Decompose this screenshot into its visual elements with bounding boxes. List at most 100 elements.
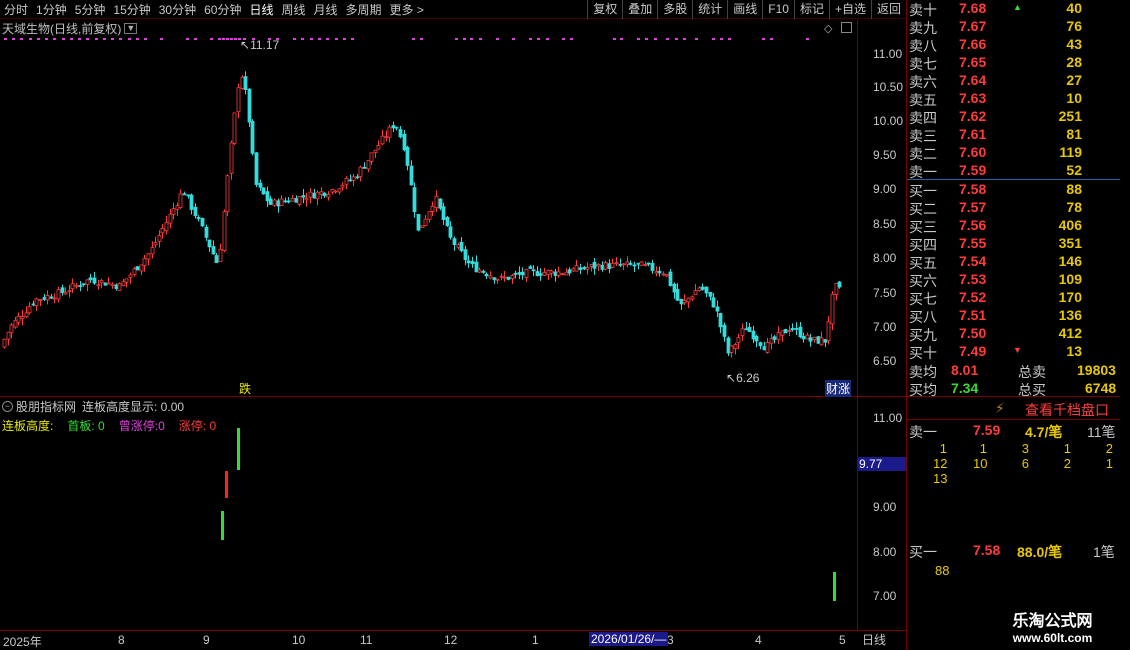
- candle-body: [564, 271, 569, 276]
- ask-row[interactable]: 卖一 7.59 52: [907, 162, 1120, 180]
- candle-body: [85, 279, 90, 285]
- stats-button[interactable]: 统计: [692, 0, 727, 19]
- candle-body: [456, 244, 461, 248]
- ask-price: 7.60: [959, 144, 987, 160]
- view-depth-link[interactable]: 查看千档盘口: [1025, 400, 1109, 420]
- tab-multi-period[interactable]: 多周期: [346, 1, 382, 18]
- tab-monthly[interactable]: 月线: [314, 1, 338, 18]
- candle-body: [538, 273, 543, 276]
- signal-dot: [95, 38, 98, 40]
- tab-60min[interactable]: 60分钟: [204, 1, 241, 18]
- signal-dot: [210, 38, 213, 40]
- candle-body: [553, 271, 558, 276]
- candle-body: [783, 329, 788, 334]
- diamond-icon[interactable]: ◇: [824, 22, 832, 35]
- ask-row[interactable]: 卖七 7.65 28: [907, 54, 1120, 72]
- candle-body: [88, 277, 93, 280]
- pane-toggle-icon[interactable]: [841, 22, 852, 33]
- draw-line-button[interactable]: 画线: [727, 0, 762, 19]
- queue-sell-count: 11笔: [1087, 424, 1116, 440]
- multi-stock-button[interactable]: 多股: [657, 0, 692, 19]
- price-tick: 8.50: [873, 217, 897, 231]
- signal-dot: [570, 38, 573, 40]
- ask-row[interactable]: 卖九 7.67 76: [907, 18, 1120, 36]
- candle-body: [603, 262, 608, 270]
- signal-dot: [728, 38, 731, 40]
- candle-body: [639, 261, 644, 266]
- candle-body: [740, 328, 745, 336]
- candle-body: [304, 198, 309, 201]
- candle-body: [45, 295, 50, 301]
- bid-volume: 88: [1066, 181, 1082, 197]
- overlay-button[interactable]: 叠加: [622, 0, 657, 19]
- tab-fenshi[interactable]: 分时: [4, 1, 28, 18]
- candle-body: [189, 194, 194, 210]
- candle-body: [103, 282, 108, 286]
- signal-dot: [111, 38, 114, 40]
- bid-row[interactable]: 买一 7.58 88: [907, 181, 1120, 199]
- add-watchlist-button[interactable]: +自选: [828, 0, 871, 19]
- candle-body: [139, 264, 144, 272]
- candle-body: [574, 265, 579, 272]
- sell-queue-row: 1 1 3 1 2: [907, 441, 1120, 456]
- bid-price: 7.55: [959, 235, 987, 251]
- tab-15min[interactable]: 15分钟: [113, 1, 150, 18]
- candle-body: [495, 278, 500, 281]
- candle-body: [13, 319, 18, 328]
- bid-row[interactable]: 买三 7.56 406: [907, 217, 1120, 235]
- bid-volume: 136: [1058, 307, 1082, 323]
- bid-row[interactable]: 买七 7.52 170: [907, 289, 1120, 307]
- candle-body: [405, 146, 410, 166]
- tab-30min[interactable]: 30分钟: [159, 1, 196, 18]
- candle-body: [204, 226, 209, 238]
- candle-body: [805, 334, 810, 340]
- signal-dot: [470, 38, 473, 40]
- ask-row[interactable]: 卖四 7.62 251: [907, 108, 1120, 126]
- back-button[interactable]: 返回: [870, 0, 906, 19]
- bid-row[interactable]: 买十 7.49 13 ▼: [907, 343, 1120, 361]
- ask-row[interactable]: 卖五 7.63 10: [907, 90, 1120, 108]
- tab-1min[interactable]: 1分钟: [36, 1, 67, 18]
- ask-row[interactable]: 卖八 7.66 43: [907, 36, 1120, 54]
- candle-body: [128, 274, 133, 278]
- restore-rights-button[interactable]: 复权: [587, 0, 622, 19]
- bid-row[interactable]: 买八 7.51 136: [907, 307, 1120, 325]
- bid-row[interactable]: 买四 7.55 351: [907, 235, 1120, 253]
- bid-row[interactable]: 买二 7.57 78: [907, 199, 1120, 217]
- ask-row[interactable]: 卖三 7.61 81: [907, 126, 1120, 144]
- tab-more[interactable]: 更多 >: [390, 1, 424, 18]
- signal-dot: [463, 38, 466, 40]
- candle-body: [315, 191, 320, 200]
- candle-body: [650, 263, 655, 271]
- chevron-down-icon[interactable]: ▼: [124, 23, 138, 34]
- finance-event-label[interactable]: 财涨: [825, 380, 852, 397]
- candlestick-chart[interactable]: [0, 37, 857, 382]
- signal-dot: [301, 38, 304, 40]
- candle-body: [477, 269, 482, 273]
- tab-5min[interactable]: 5分钟: [75, 1, 106, 18]
- candle-body: [265, 191, 270, 202]
- bid-volume: 13: [1066, 343, 1082, 359]
- mark-button[interactable]: 标记: [793, 0, 829, 19]
- candle-body: [211, 246, 216, 255]
- ask-row[interactable]: 卖六 7.64 27: [907, 72, 1120, 90]
- f10-button[interactable]: F10: [762, 0, 794, 19]
- candle-body: [571, 268, 576, 272]
- chart-title[interactable]: 天域生物(日线,前复权) ▼: [2, 20, 138, 37]
- signal-dot: [119, 38, 122, 40]
- ask-row[interactable]: 卖二 7.60 119: [907, 144, 1120, 162]
- bid-level-label: 买四: [909, 237, 937, 253]
- tab-weekly[interactable]: 周线: [281, 1, 305, 18]
- candle-body: [6, 331, 11, 340]
- tab-daily[interactable]: 日线: [249, 1, 273, 18]
- bid-row[interactable]: 买五 7.54 146: [907, 253, 1120, 271]
- candle-body: [830, 293, 835, 325]
- sell-queue-row: 12 10 6 2 1: [907, 456, 1120, 471]
- bid-row[interactable]: 买九 7.50 412: [907, 325, 1120, 343]
- indicator-chart[interactable]: [0, 397, 857, 630]
- candle-body: [618, 263, 623, 266]
- bid-row[interactable]: 买六 7.53 109: [907, 271, 1120, 289]
- signal-dot: [412, 38, 415, 40]
- candle-body: [355, 176, 360, 179]
- ask-row[interactable]: 卖十 7.68 40 ▲: [907, 0, 1120, 18]
